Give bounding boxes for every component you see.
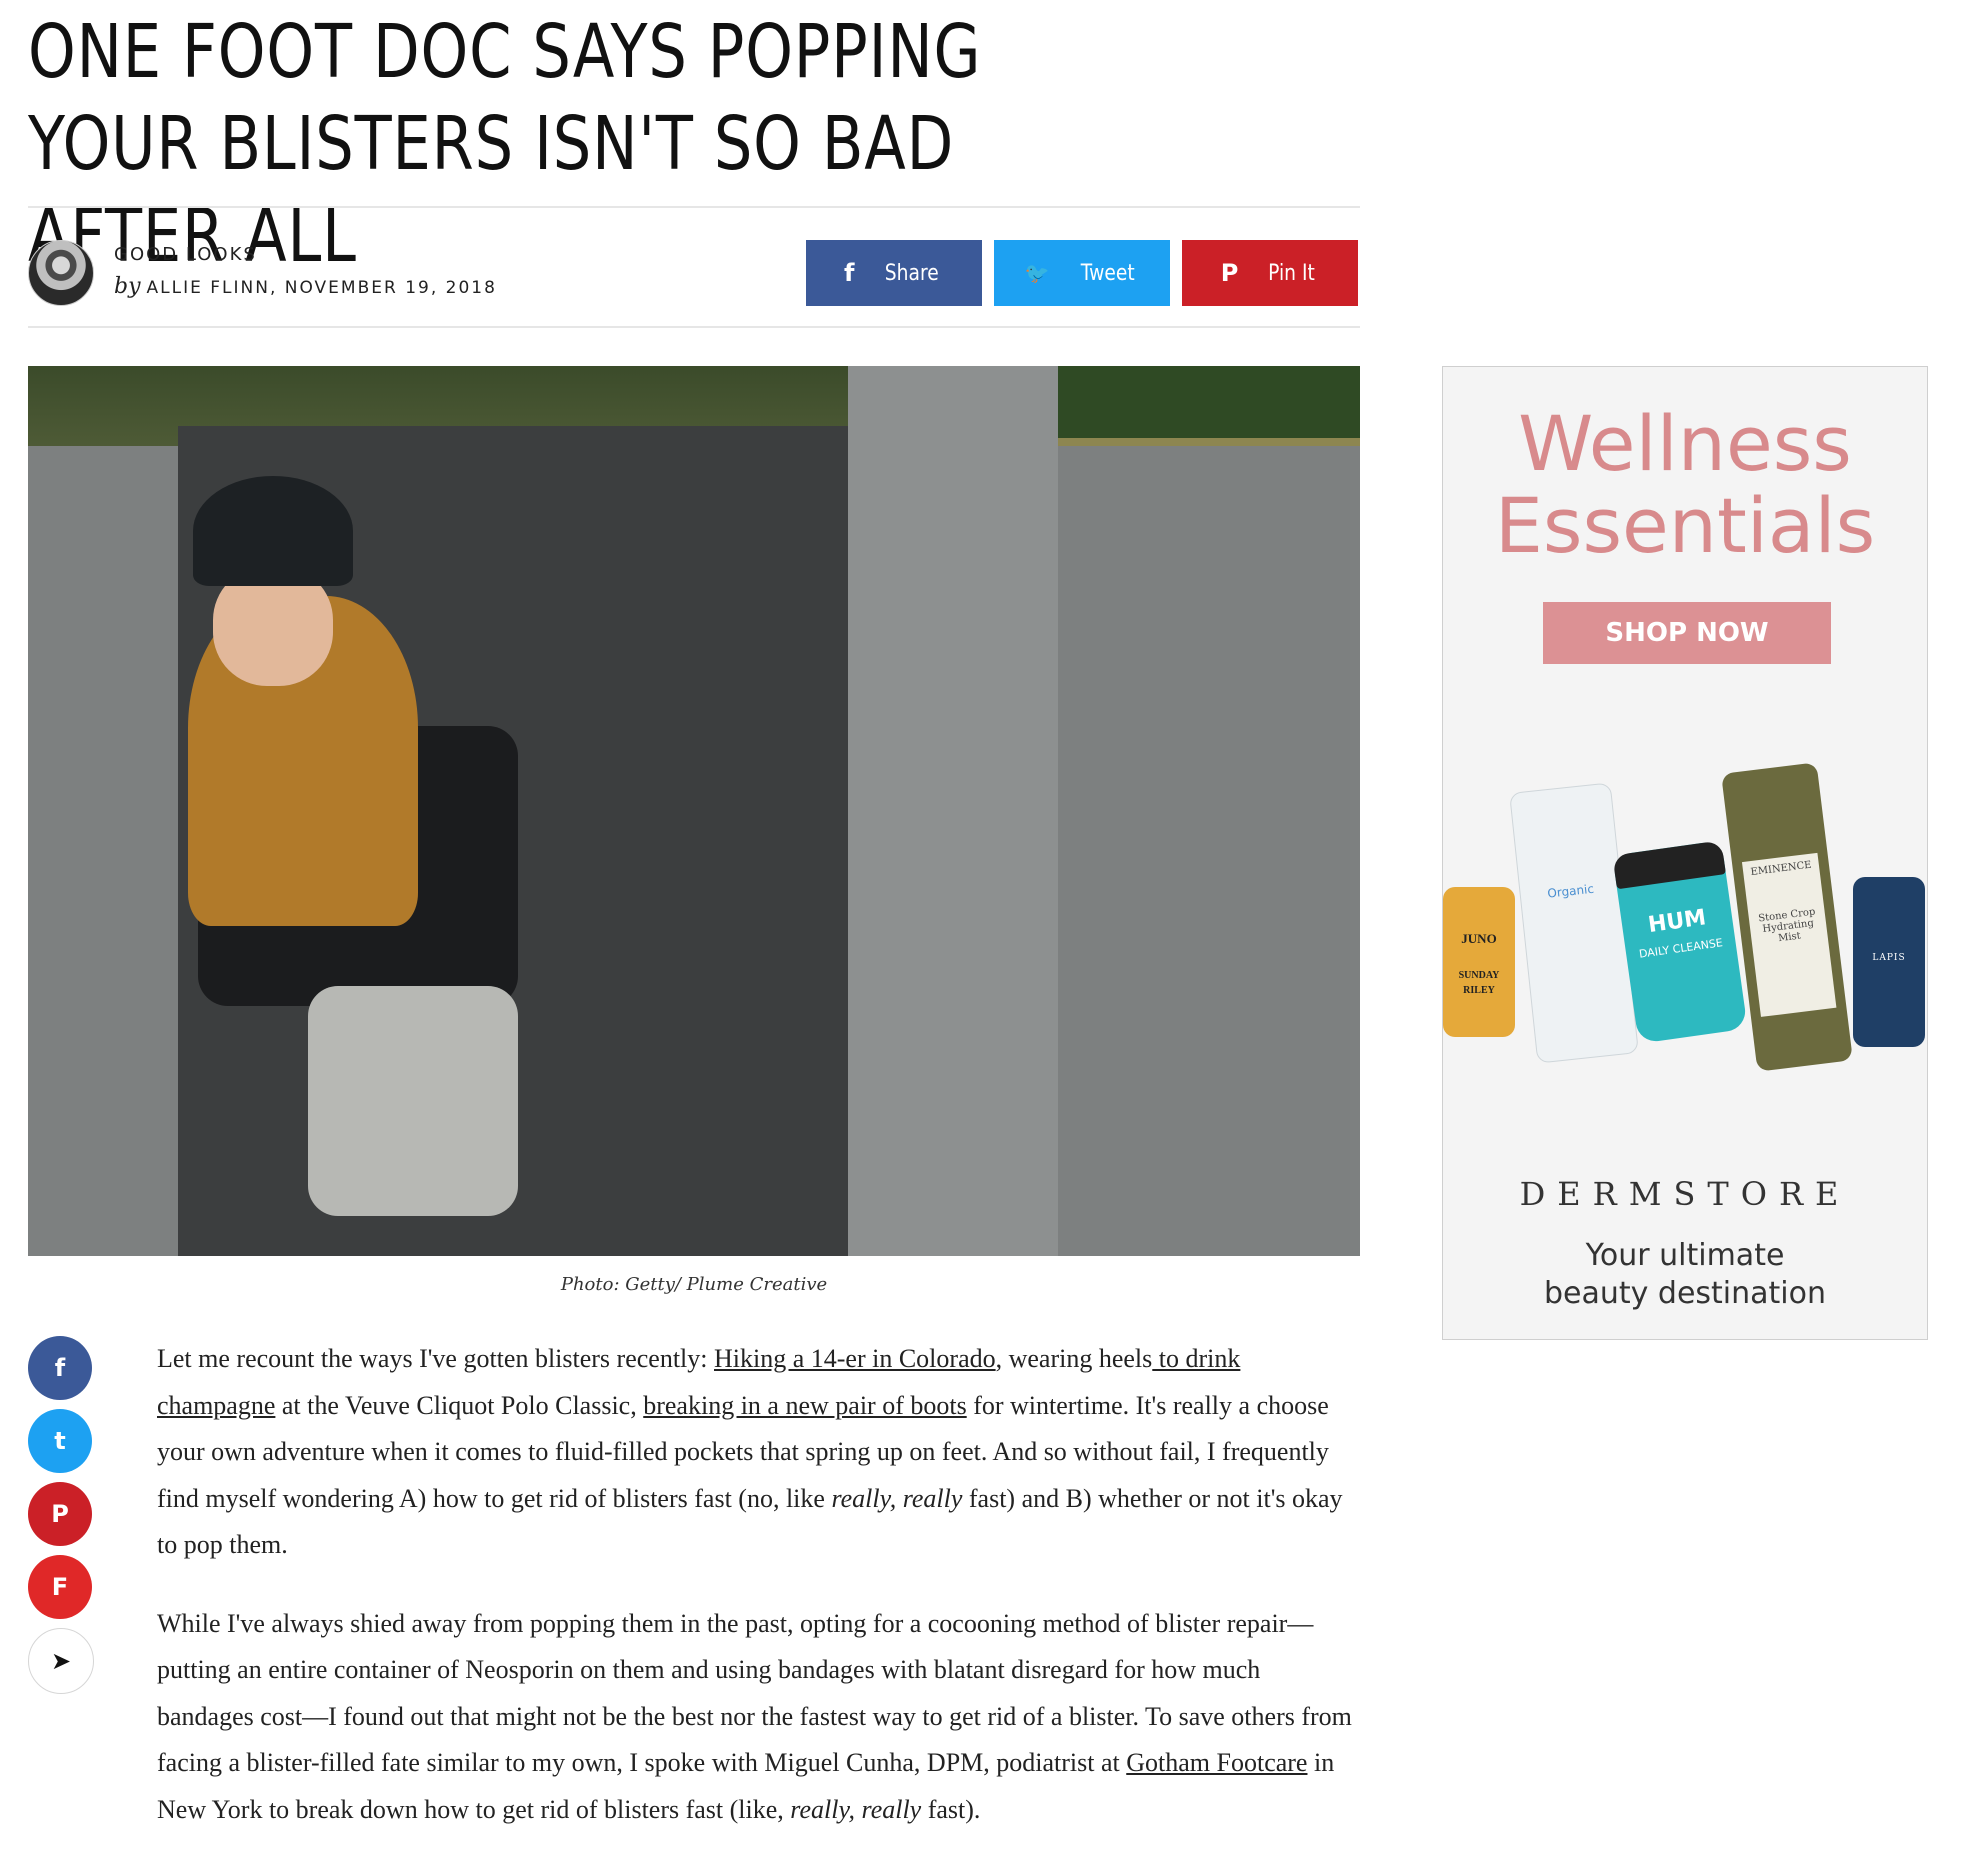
article-paragraph: While I've always shied away from poppin… — [157, 1601, 1363, 1834]
organic-serum-bottle: Organic — [1509, 782, 1639, 1064]
ad-headline: Wellness Essentials — [1443, 403, 1927, 567]
ad-tagline-line: beauty destination — [1543, 1276, 1827, 1311]
eminence-label-brand: EMINENCE — [1750, 859, 1813, 879]
send-icon: ➤ — [50, 1647, 72, 1675]
section-link[interactable]: GOOD LOOKS — [114, 244, 257, 265]
link-gotham-footcare[interactable]: Gotham Footcare — [1126, 1748, 1307, 1777]
sidebar-advertisement[interactable]: Wellness Essentials SHOP NOW JUNO SUNDAY… — [1442, 366, 1928, 1340]
pinterest-icon: P — [1220, 259, 1239, 287]
hum-label-brand: HUM — [1646, 905, 1708, 939]
ad-headline-line: Wellness — [1518, 399, 1852, 488]
twitter-icon: 🐦 — [1024, 261, 1050, 285]
by-label: by — [114, 274, 141, 299]
twitter-share-button[interactable]: 🐦 Tweet — [994, 240, 1170, 306]
pinterest-share-button[interactable]: P Pin It — [1182, 240, 1358, 306]
article-paragraph: Let me recount the ways I've gotten blis… — [157, 1336, 1363, 1569]
ad-headline-line: Essentials — [1494, 481, 1876, 570]
link-hiking-14er[interactable]: Hiking a 14-er in Colorado — [714, 1344, 996, 1373]
eminence-label: EMINENCE Stone Crop Hydrating Mist — [1741, 852, 1837, 1017]
pinterest-share-label: Pin It — [1268, 260, 1316, 286]
ad-shop-now-button[interactable]: SHOP NOW — [1543, 602, 1831, 664]
juno-label-brand: RILEY — [1463, 985, 1495, 996]
social-share-rail: f t P F ➤ — [28, 1336, 94, 1703]
juno-label-brand: SUNDAY — [1458, 970, 1500, 981]
author-date[interactable]: ALLIE FLINN, NOVEMBER 19, 2018 — [147, 278, 497, 298]
hero-truck-door — [848, 366, 1058, 1256]
hum-cap — [1612, 840, 1726, 890]
facebook-icon: f — [844, 259, 855, 287]
paragraph-text: , wearing heels — [995, 1344, 1153, 1373]
emphasis-text: really, really — [790, 1794, 922, 1824]
rail-flipboard-button[interactable]: F — [28, 1555, 92, 1619]
hero-image — [28, 366, 1360, 1256]
twitter-share-label: Tweet — [1080, 260, 1135, 286]
top-divider — [28, 206, 1360, 208]
ad-brand-logo: DERMSTORE — [1519, 1175, 1851, 1213]
ad-product-image: JUNO SUNDAY RILEY Organic HUM DAILY CLEA… — [1443, 762, 1927, 1087]
photo-caption: Photo: Getty/ Plume Creative — [560, 1274, 828, 1295]
rail-facebook-button[interactable]: f — [28, 1336, 92, 1400]
juno-label-name: JUNO — [1461, 931, 1497, 946]
byline-row: GOOD LOOKS by ALLIE FLINN, NOVEMBER 19, 2… — [28, 240, 1360, 306]
emphasis-text: really, really — [831, 1483, 963, 1513]
ad-tagline: Your ultimate beauty destination — [1443, 1237, 1927, 1313]
facebook-share-label: Share — [885, 260, 940, 286]
facebook-icon: f — [54, 1354, 66, 1382]
organic-label: Organic — [1546, 881, 1595, 901]
twitter-icon: t — [54, 1427, 66, 1455]
lapis-oil-bottle: LAPIS — [1853, 877, 1925, 1047]
author-byline: by ALLIE FLINN, NOVEMBER 19, 2018 — [114, 274, 497, 299]
ad-tagline-line: Your ultimate — [1585, 1238, 1785, 1273]
paragraph-text: fast). — [921, 1794, 981, 1824]
juno-serum-bottle: JUNO SUNDAY RILEY — [1443, 887, 1515, 1037]
article-body: Let me recount the ways I've gotten blis… — [157, 1336, 1363, 1865]
lapis-label: LAPIS — [1872, 953, 1906, 963]
link-breaking-in-boots[interactable]: breaking in a new pair of boots — [643, 1391, 966, 1420]
rail-twitter-button[interactable]: t — [28, 1409, 92, 1473]
author-avatar[interactable] — [28, 240, 94, 306]
facebook-share-button[interactable]: f Share — [806, 240, 982, 306]
rail-pinterest-button[interactable]: P — [28, 1482, 92, 1546]
pinterest-icon: P — [51, 1500, 69, 1528]
paragraph-text: Let me recount the ways I've gotten blis… — [157, 1344, 714, 1373]
flipboard-icon: F — [51, 1573, 69, 1601]
hero-person-socks — [308, 986, 518, 1216]
rail-email-button[interactable]: ➤ — [28, 1628, 94, 1694]
eminence-mist-bottle: EMINENCE Stone Crop Hydrating Mist — [1721, 762, 1853, 1072]
paragraph-text: at the Veuve Cliquot Polo Classic, — [275, 1390, 644, 1420]
juno-label: JUNO SUNDAY RILEY — [1443, 931, 1515, 998]
byline-divider — [28, 326, 1360, 328]
hero-person-beanie — [193, 476, 353, 586]
